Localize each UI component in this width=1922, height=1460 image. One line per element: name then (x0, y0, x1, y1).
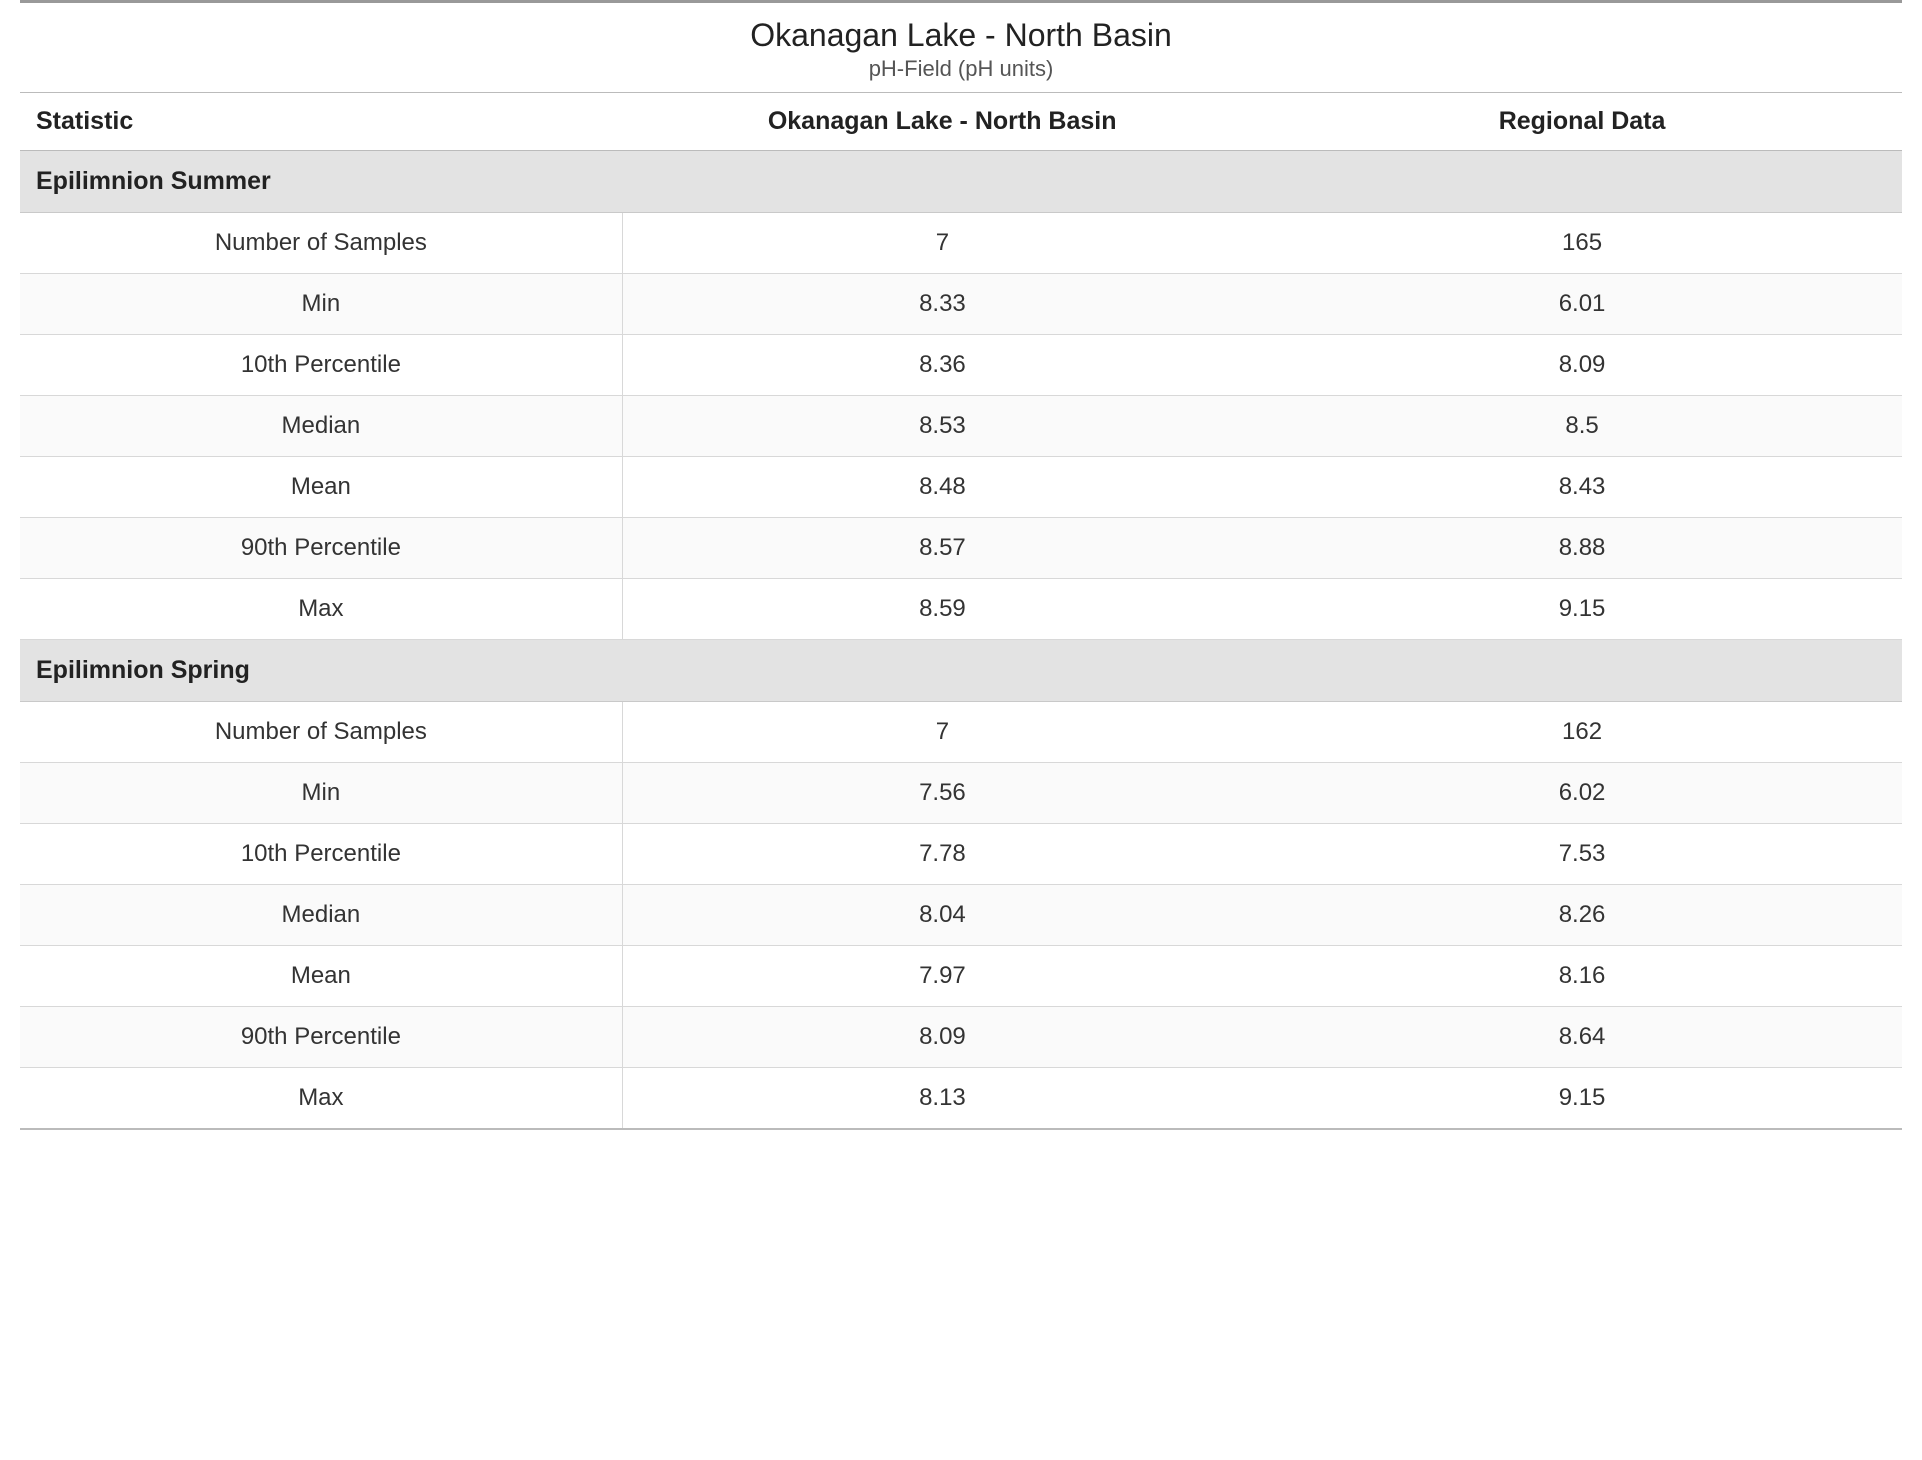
table-subtitle: pH-Field (pH units) (20, 55, 1902, 93)
stat-regional-value: 8.43 (1262, 457, 1902, 518)
stat-label: Median (20, 396, 622, 457)
stat-label: Number of Samples (20, 213, 622, 274)
stat-label: Max (20, 579, 622, 640)
stat-label: Min (20, 274, 622, 335)
table-row: Min 8.33 6.01 (20, 274, 1902, 335)
table-row: 10th Percentile 7.78 7.53 (20, 824, 1902, 885)
table-row: Number of Samples 7 162 (20, 702, 1902, 763)
table-row: 90th Percentile 8.09 8.64 (20, 1007, 1902, 1068)
stat-regional-value: 8.09 (1262, 335, 1902, 396)
stat-label: 90th Percentile (20, 1007, 622, 1068)
table-row: Number of Samples 7 165 (20, 213, 1902, 274)
stat-regional-value: 8.26 (1262, 885, 1902, 946)
column-header-local: Okanagan Lake - North Basin (622, 93, 1262, 151)
stat-local-value: 7.78 (622, 824, 1262, 885)
table-row: Mean 7.97 8.16 (20, 946, 1902, 1007)
section-name: Epilimnion Spring (20, 640, 1902, 702)
stat-label: Min (20, 763, 622, 824)
table-row: Min 7.56 6.02 (20, 763, 1902, 824)
stat-label: Mean (20, 457, 622, 518)
table-row: Median 8.53 8.5 (20, 396, 1902, 457)
stat-local-value: 8.04 (622, 885, 1262, 946)
column-header-regional: Regional Data (1262, 93, 1902, 151)
table-row: Max 8.59 9.15 (20, 579, 1902, 640)
stat-regional-value: 162 (1262, 702, 1902, 763)
stats-table-body: Epilimnion Summer Number of Samples 7 16… (20, 151, 1902, 1130)
stat-regional-value: 8.64 (1262, 1007, 1902, 1068)
stats-table: Okanagan Lake - North Basin pH-Field (pH… (20, 0, 1902, 1130)
stat-local-value: 8.59 (622, 579, 1262, 640)
stat-regional-value: 9.15 (1262, 1068, 1902, 1130)
stat-label: 10th Percentile (20, 335, 622, 396)
column-header-statistic: Statistic (20, 93, 622, 151)
stat-regional-value: 7.53 (1262, 824, 1902, 885)
stat-regional-value: 6.01 (1262, 274, 1902, 335)
stat-regional-value: 6.02 (1262, 763, 1902, 824)
stat-regional-value: 8.5 (1262, 396, 1902, 457)
stat-label: Max (20, 1068, 622, 1130)
stat-local-value: 8.53 (622, 396, 1262, 457)
section-header: Epilimnion Spring (20, 640, 1902, 702)
stat-local-value: 8.36 (622, 335, 1262, 396)
stat-local-value: 7.56 (622, 763, 1262, 824)
table-row: 10th Percentile 8.36 8.09 (20, 335, 1902, 396)
stat-local-value: 8.13 (622, 1068, 1262, 1130)
stat-regional-value: 9.15 (1262, 579, 1902, 640)
stat-label: Median (20, 885, 622, 946)
stat-local-value: 7.97 (622, 946, 1262, 1007)
stat-label: 10th Percentile (20, 824, 622, 885)
section-header: Epilimnion Summer (20, 151, 1902, 213)
stat-local-value: 8.09 (622, 1007, 1262, 1068)
section-name: Epilimnion Summer (20, 151, 1902, 213)
stat-regional-value: 165 (1262, 213, 1902, 274)
table-row: Median 8.04 8.26 (20, 885, 1902, 946)
table-row: Max 8.13 9.15 (20, 1068, 1902, 1130)
stat-label: Number of Samples (20, 702, 622, 763)
stat-regional-value: 8.16 (1262, 946, 1902, 1007)
stat-local-value: 8.33 (622, 274, 1262, 335)
stat-local-value: 7 (622, 213, 1262, 274)
stat-label: Mean (20, 946, 622, 1007)
stat-local-value: 7 (622, 702, 1262, 763)
table-row: 90th Percentile 8.57 8.88 (20, 518, 1902, 579)
stat-label: 90th Percentile (20, 518, 622, 579)
stat-local-value: 8.57 (622, 518, 1262, 579)
stat-local-value: 8.48 (622, 457, 1262, 518)
table-row: Mean 8.48 8.43 (20, 457, 1902, 518)
table-title: Okanagan Lake - North Basin (20, 2, 1902, 56)
stat-regional-value: 8.88 (1262, 518, 1902, 579)
